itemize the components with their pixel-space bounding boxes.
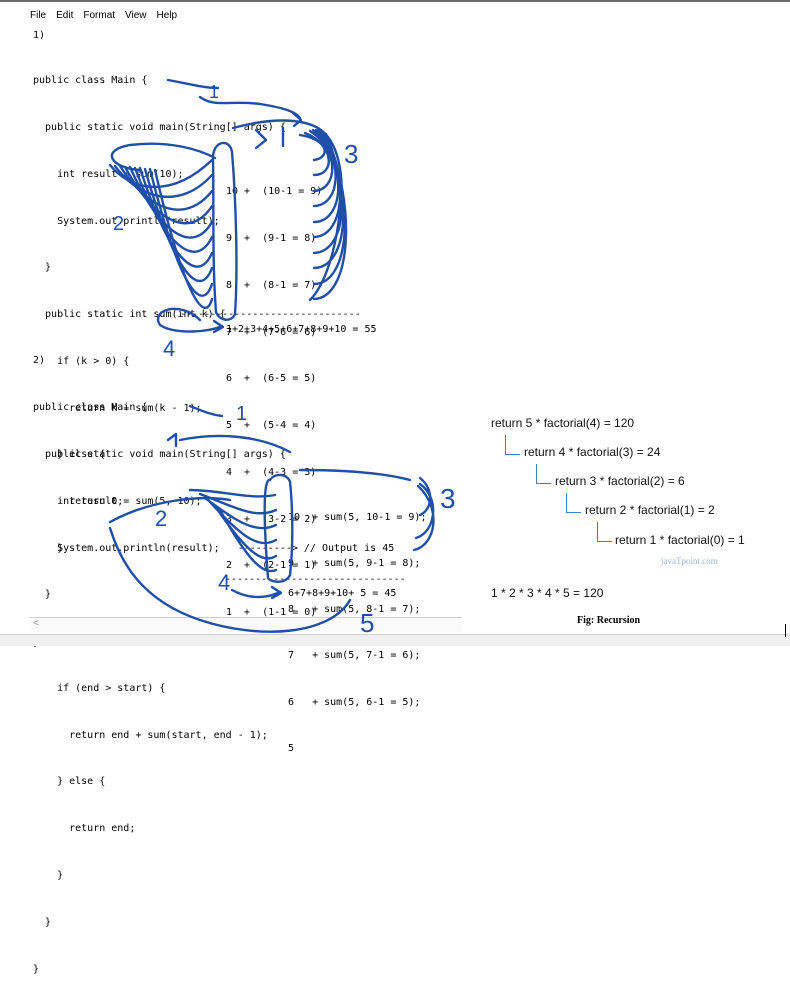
ink-stroke [153, 168, 214, 309]
trace-line: 6 + sum(5, 6-1 = 5); [288, 696, 421, 708]
code-line: return end; [33, 823, 136, 835]
ink-stroke [211, 141, 238, 321]
ink-stroke [298, 468, 412, 482]
ink-number-4b: 4 [218, 570, 230, 595]
code-line: } [33, 870, 64, 881]
ink-number-1: 1 [209, 82, 219, 102]
ink-arrowhead [166, 432, 178, 448]
code-line: } [33, 963, 40, 975]
ink-stroke [110, 142, 217, 172]
ink-number-1b: 1 [236, 403, 247, 425]
ink-number-3b: 3 [440, 483, 456, 514]
code-line: } [33, 916, 52, 928]
ink-stroke [230, 588, 282, 599]
ink-number-2: 2 [113, 213, 124, 235]
ink-number-3: 3 [344, 139, 358, 169]
trace-line: 5 [288, 742, 295, 754]
ink-number-2b: 2 [155, 506, 167, 531]
ink-annotations: 1 2 3 4 1 2 3 4 5 [108, 78, 456, 638]
ink-arrowhead [291, 111, 303, 128]
ink-stroke [188, 488, 278, 573]
ink-arrowhead [254, 128, 268, 150]
ink-number-5b: 5 [360, 608, 374, 638]
trace-line: 7 + sum(5, 7-1 = 6); [288, 650, 421, 662]
ink-stroke [412, 476, 435, 552]
ink-stroke [108, 497, 352, 633]
ink-stroke [156, 307, 224, 333]
ink-arrow [188, 404, 224, 418]
code-line: } else { [33, 776, 106, 788]
ink-stroke [178, 434, 292, 454]
ink-number-4: 4 [163, 336, 175, 361]
